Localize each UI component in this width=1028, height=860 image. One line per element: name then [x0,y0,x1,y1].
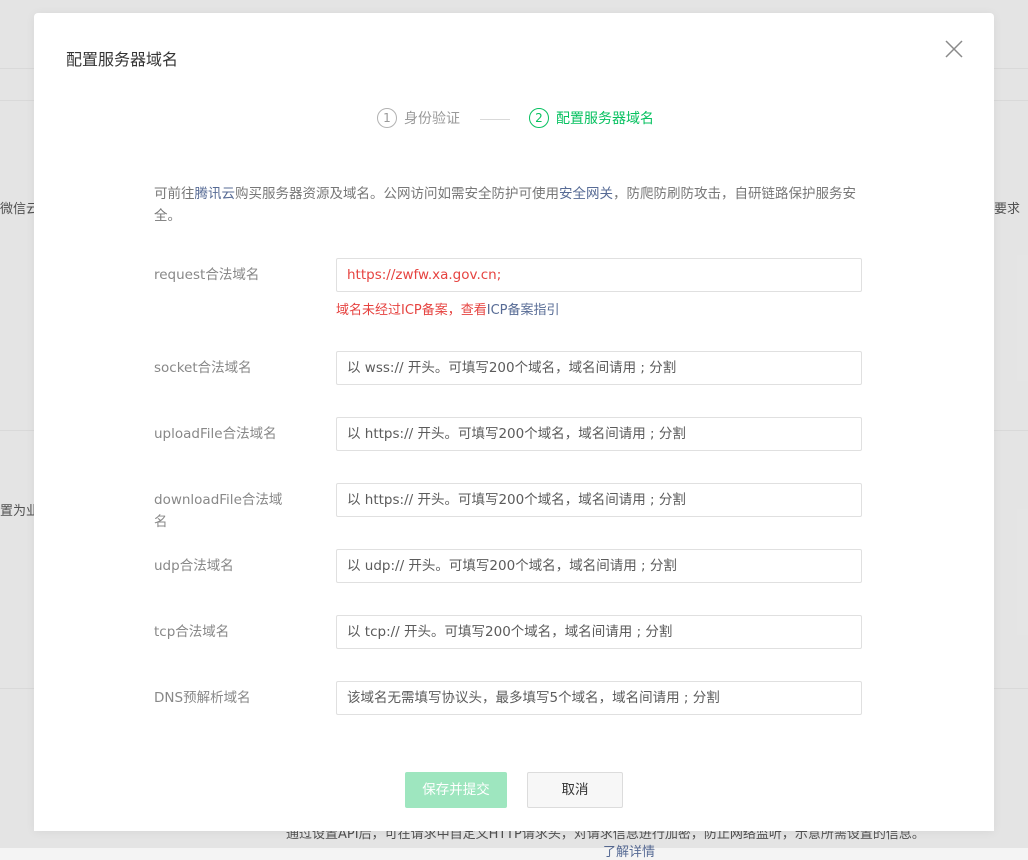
step-label: 配置服务器域名 [556,111,654,127]
step-connector [480,119,510,120]
step-number: 1 [377,108,397,128]
uploadfile-domain-input[interactable] [336,417,862,451]
icp-error-message: 域名未经过ICP备案，查看ICP备案指引 [336,299,560,318]
description-text: 可前往腾讯云购买服务器资源及域名。公网访问如需安全防护可使用安全网关，防爬防刷防… [154,183,874,227]
socket-domain-input[interactable] [336,351,862,385]
udp-domain-input[interactable] [336,549,862,583]
tencent-cloud-link[interactable]: 腾讯云 [195,186,236,202]
error-text: 域名未经过ICP备案，查看 [336,303,487,318]
description-part: 可前往 [154,186,195,202]
uploadfile-domain-label: uploadFile合法域名 [154,426,277,442]
downloadfile-domain-input[interactable] [336,483,862,517]
step-configure-domain: 2 配置服务器域名 [529,108,654,128]
configure-domain-dialog: 配置服务器域名 1 身份验证 2 配置服务器域名 可前往腾讯云购买服务器资源及域… [34,13,994,831]
udp-domain-label: udp合法域名 [154,558,234,574]
cancel-button[interactable]: 取消 [527,772,623,808]
step-indicator: 1 身份验证 2 配置服务器域名 [34,108,994,130]
dns-prefetch-domain-input[interactable] [336,681,862,715]
close-button[interactable] [944,39,964,59]
security-gateway-link[interactable]: 安全网关 [559,186,613,202]
save-submit-button[interactable]: 保存并提交 [405,772,507,808]
icp-guide-link[interactable]: ICP备案指引 [487,303,560,318]
dns-prefetch-domain-label: DNS预解析域名 [154,690,251,706]
step-number: 2 [529,108,549,128]
request-domain-input[interactable] [336,258,862,292]
dialog-title: 配置服务器域名 [66,50,179,69]
request-domain-label: request合法域名 [154,267,260,283]
step-identity-verification: 1 身份验证 [377,108,460,128]
tcp-domain-input[interactable] [336,615,862,649]
socket-domain-label: socket合法域名 [154,360,252,376]
tcp-domain-label: tcp合法域名 [154,624,230,640]
description-part: 购买服务器资源及域名。公网访问如需安全防护可使用 [235,186,559,202]
downloadfile-domain-label: downloadFile合法域名 [154,492,283,530]
step-label: 身份验证 [404,111,460,127]
close-icon [945,40,963,58]
